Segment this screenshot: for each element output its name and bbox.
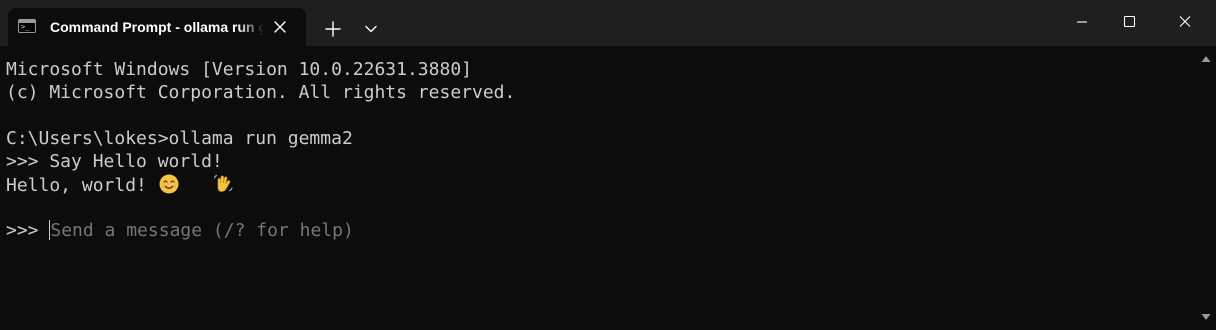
scroll-down-icon[interactable] [1200, 312, 1212, 322]
close-icon [1179, 16, 1191, 27]
tab-close-icon[interactable] [270, 17, 290, 37]
waving-hand-emoji [212, 173, 234, 195]
terminal-line: C:\Users\lokes>ollama run gemma2 [6, 128, 353, 149]
command-prompt-icon: >_ [18, 19, 36, 33]
minimize-button[interactable] [1056, 0, 1108, 44]
terminal-line: (c) Microsoft Corporation. All rights re… [6, 82, 516, 103]
terminal-line: >>> Say Hello world! [6, 151, 223, 172]
terminal-line: Microsoft Windows [Version 10.0.22631.38… [6, 59, 472, 80]
vertical-scrollbar[interactable] [1196, 46, 1216, 330]
title-bar[interactable]: >_ Command Prompt - ollama run gemma2 [0, 0, 1216, 46]
minimize-icon [1077, 21, 1087, 23]
smiling-face-emoji [158, 173, 180, 195]
input-prompt: >>> [6, 220, 50, 241]
plus-icon [325, 21, 341, 37]
response-line: Hello, world! [6, 173, 234, 196]
input-line[interactable]: >>> Send a message (/? for help) [6, 219, 354, 242]
message-input-placeholder[interactable]: Send a message (/? for help) [50, 220, 353, 241]
scroll-up-icon[interactable] [1200, 54, 1212, 64]
terminal-output[interactable]: Microsoft Windows [Version 10.0.22631.38… [0, 46, 1196, 330]
maximize-icon [1123, 15, 1136, 28]
chevron-down-icon [365, 25, 377, 33]
terminal-window: >_ Command Prompt - ollama run gemma2 [0, 0, 1216, 330]
close-window-button[interactable] [1160, 0, 1212, 44]
tab-title: Command Prompt - ollama run gemma2 [50, 19, 264, 35]
tab-dropdown-button[interactable] [356, 14, 386, 44]
maximize-button[interactable] [1104, 0, 1156, 44]
response-text: Hello, world! [6, 175, 147, 196]
tab-command-prompt[interactable]: >_ Command Prompt - ollama run gemma2 [8, 8, 306, 46]
new-tab-button[interactable] [318, 14, 348, 44]
